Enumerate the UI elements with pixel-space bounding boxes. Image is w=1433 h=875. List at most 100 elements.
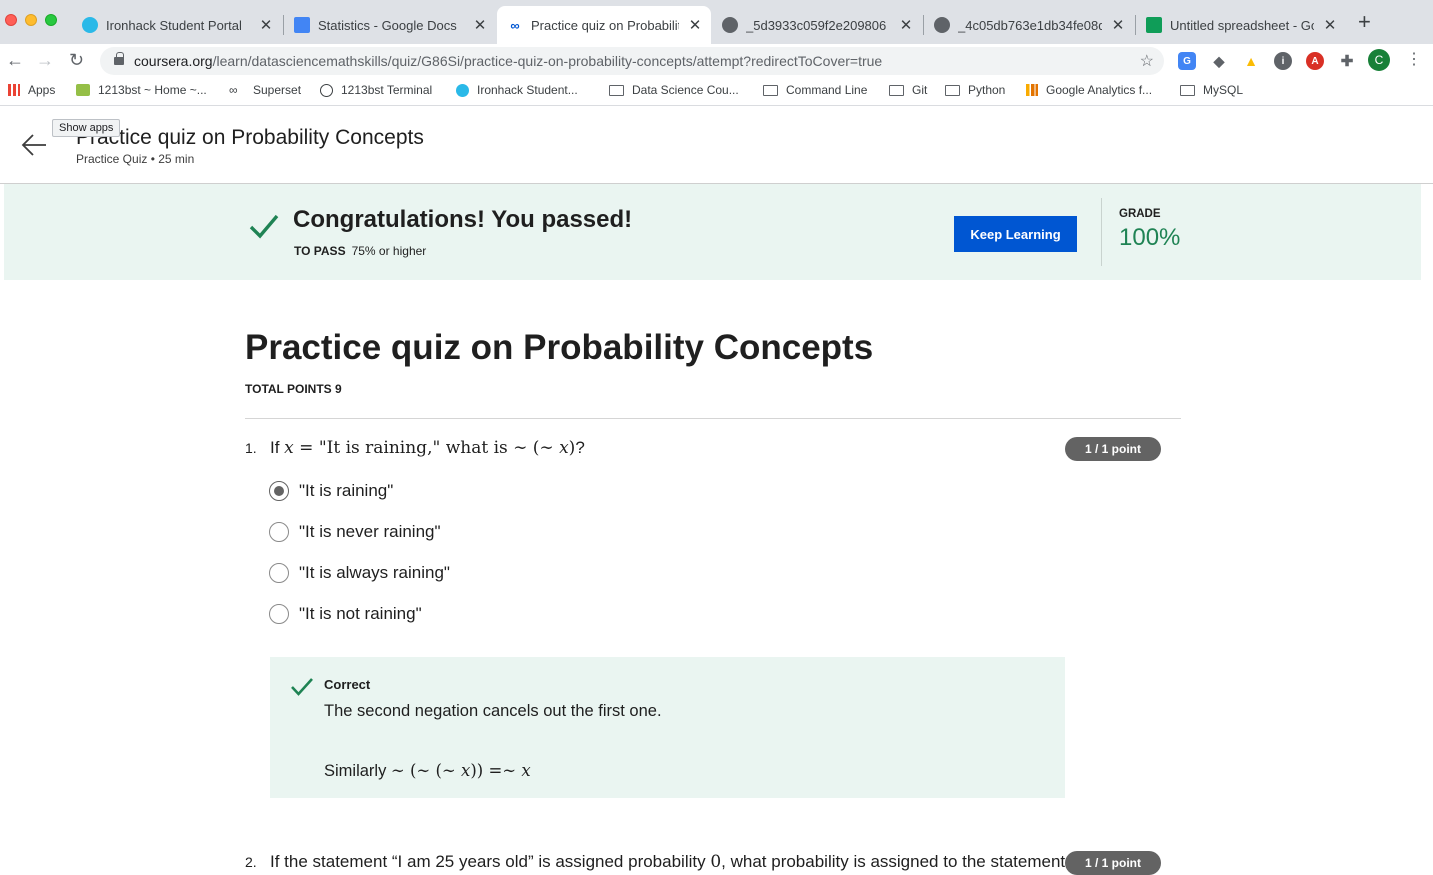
radio-button[interactable] — [269, 563, 289, 583]
bookmark-label: Superset — [253, 83, 302, 97]
profile-avatar[interactable]: C — [1368, 49, 1390, 71]
feedback-example: Similarly ∼ (∼ (∼ x)) =∼ x — [324, 761, 531, 781]
radio-button[interactable] — [269, 604, 289, 624]
bookmark-item[interactable]: 1213bst Terminal — [320, 83, 432, 97]
answer-option[interactable]: "It is always raining" — [269, 562, 450, 584]
answer-option[interactable]: "It is never raining" — [269, 521, 441, 543]
tab-title: _4c05db763e1db34fe08d — [958, 17, 1102, 33]
divider — [245, 418, 1181, 419]
math-variable: x — [521, 761, 531, 780]
lock-icon — [114, 52, 124, 65]
bookmark-folder[interactable]: Command Line — [763, 83, 867, 97]
check-icon — [249, 214, 279, 239]
points-badge: 1 / 1 point — [1065, 851, 1161, 875]
ironhack-icon — [456, 83, 469, 97]
bookmark-item[interactable]: 1213bst ~ Home ~... — [76, 83, 207, 97]
back-arrow-icon[interactable] — [20, 132, 48, 158]
url-path: /learn/datasciencemathskills/quiz/G86Si/… — [212, 53, 883, 69]
tab-title: Untitled spreadsheet - Go — [1170, 17, 1314, 33]
bookmark-item[interactable]: Ironhack Student... — [456, 83, 578, 97]
feedback-label: Correct — [324, 677, 371, 692]
bookmark-folder[interactable]: Data Science Cou... — [609, 83, 739, 97]
grade-value: 100% — [1119, 224, 1181, 251]
math-number: 0 — [710, 852, 722, 872]
pass-banner: Congratulations! You passed! TO PASS 75% … — [4, 184, 1421, 280]
google-drive-icon[interactable]: ▲ — [1242, 52, 1260, 70]
extension-icon[interactable]: i — [1274, 52, 1292, 70]
browser-tab[interactable]: _5d3933c059f2e209806 ✕ — [712, 6, 922, 44]
extension-badge-icon[interactable]: A — [1306, 52, 1324, 70]
tab-title: Statistics - Google Docs — [318, 17, 457, 33]
question-text-part: ? — [575, 438, 585, 457]
bookmark-label: Git — [912, 83, 928, 97]
menu-kebab-icon[interactable]: ⋮ — [1406, 49, 1422, 69]
bookmark-label: Ironhack Student... — [477, 83, 578, 97]
bookmark-item[interactable]: ∞ Superset — [229, 83, 301, 97]
question-number: 1. — [245, 440, 257, 456]
ironhack-icon — [82, 17, 98, 33]
points-badge: 1 / 1 point — [1065, 437, 1161, 461]
feedback-box: Correct The second negation cancels out … — [270, 657, 1065, 798]
math-expression: )) =∼ — [470, 761, 522, 780]
window-zoom-button[interactable] — [45, 14, 57, 26]
close-icon[interactable]: ✕ — [898, 16, 914, 34]
window-minimize-button[interactable] — [25, 14, 37, 26]
math-variable: x — [284, 438, 294, 458]
answer-option[interactable]: "It is not raining" — [269, 603, 422, 625]
bookmark-label: Data Science Cou... — [632, 83, 739, 97]
bookmark-label: 1213bst Terminal — [341, 83, 433, 97]
close-icon[interactable]: ✕ — [258, 16, 274, 34]
bookmark-star-icon[interactable]: ☆ — [1140, 51, 1154, 71]
close-icon[interactable]: ✕ — [1110, 16, 1126, 34]
window-close-button[interactable] — [5, 14, 17, 26]
browser-tab-active[interactable]: ∞ Practice quiz on Probabilit ✕ — [497, 6, 711, 44]
reload-icon[interactable]: ↻ — [69, 50, 84, 70]
bookmarks-bar: Apps 1213bst ~ Home ~... ∞ Superset 1213… — [0, 78, 1433, 106]
browser-tab[interactable]: Statistics - Google Docs ✕ — [284, 6, 496, 44]
dropbox-icon[interactable]: ◆ — [1210, 52, 1228, 70]
new-tab-button[interactable]: + — [1358, 11, 1371, 33]
bookmark-folder[interactable]: MySQL — [1180, 83, 1243, 97]
coursera-icon: ∞ — [510, 17, 520, 33]
to-pass-requirement: TO PASS 75% or higher — [294, 244, 426, 258]
answer-label: "It is never raining" — [299, 522, 441, 541]
tab-title: _5d3933c059f2e209806 — [746, 17, 887, 33]
question-text: If the statement “I am 25 years old” is … — [270, 852, 1065, 872]
close-icon[interactable]: ✕ — [1322, 16, 1338, 34]
answer-option[interactable]: "It is raining" — [269, 480, 393, 502]
bookmark-item[interactable]: Google Analytics f... — [1026, 83, 1152, 97]
bookmark-label: 1213bst ~ Home ~... — [98, 83, 207, 97]
answer-label: "It is not raining" — [299, 604, 422, 623]
browser-tab[interactable]: _4c05db763e1db34fe08d ✕ — [924, 6, 1134, 44]
folder-icon — [945, 84, 960, 96]
analytics-icon — [1026, 84, 1038, 96]
show-apps-tooltip: Show apps — [52, 119, 121, 137]
bookmark-label: Python — [968, 83, 1006, 97]
bookmark-label: Command Line — [786, 83, 868, 97]
browser-tab[interactable]: Untitled spreadsheet - Go ✕ — [1136, 6, 1346, 44]
bookmark-folder[interactable]: Python — [945, 83, 1005, 97]
question-text: If x = "It is raining," what is ∼ (∼ x)? — [270, 438, 585, 458]
close-icon[interactable]: ✕ — [687, 16, 703, 34]
google-translate-icon[interactable]: G — [1178, 52, 1196, 70]
address-bar[interactable]: coursera.org /learn/datasciencemathskill… — [100, 47, 1164, 75]
question-number: 2. — [245, 854, 257, 870]
answer-label: "It is raining" — [299, 481, 394, 500]
close-icon[interactable]: ✕ — [472, 16, 488, 34]
extensions-puzzle-icon[interactable]: ✚ — [1338, 52, 1356, 70]
radio-button-checked[interactable] — [269, 481, 289, 501]
bookmark-apps[interactable]: Apps — [8, 83, 55, 97]
math-expression: ∼ (∼ — [513, 438, 560, 458]
question-text-part: , what probability is assigned to the st… — [721, 852, 1066, 871]
forward-icon[interactable]: → — [36, 50, 54, 70]
keep-learning-button[interactable]: Keep Learning — [954, 216, 1077, 252]
bookmark-folder[interactable]: Git — [889, 83, 927, 97]
browser-tab[interactable]: Ironhack Student Portal ✕ — [72, 6, 282, 44]
google-docs-icon — [294, 17, 310, 33]
back-icon[interactable]: ← — [6, 50, 24, 70]
globe-icon — [320, 83, 333, 97]
globe-icon — [934, 17, 950, 33]
bookmark-label: MySQL — [1203, 83, 1244, 97]
radio-button[interactable] — [269, 522, 289, 542]
math-variable: x — [461, 761, 471, 780]
